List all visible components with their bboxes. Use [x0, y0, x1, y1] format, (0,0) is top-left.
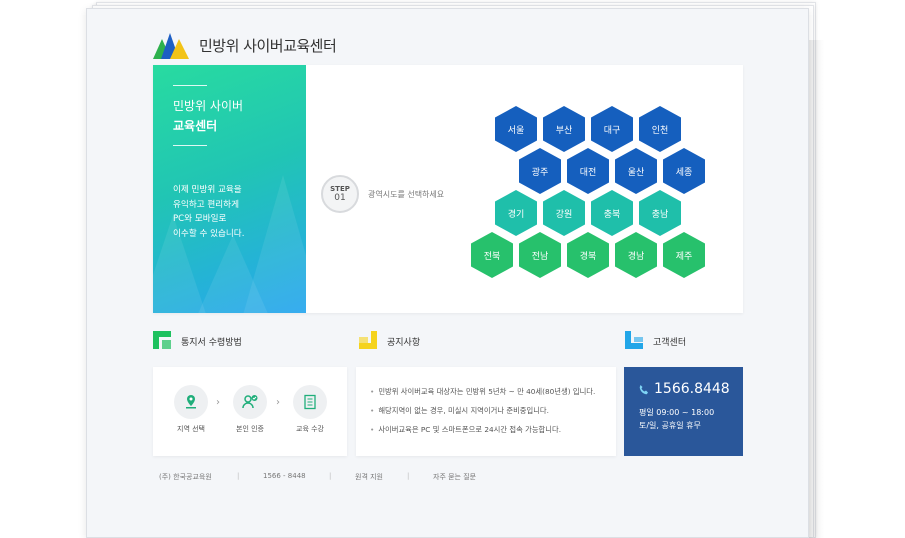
region-daegu[interactable]: 대구 — [591, 106, 633, 152]
support-section-icon — [625, 331, 643, 349]
region-chungbuk[interactable]: 충북 — [591, 190, 633, 236]
region-jeonnam[interactable]: 전남 — [519, 232, 561, 278]
step-label: STEP — [330, 185, 350, 193]
footer-faq[interactable]: 자주 묻는 질문 — [433, 472, 476, 482]
notice-item[interactable]: 민방위 사이버교육 대상자는 민방위 5년차 ~ 만 40세(80년생) 입니다… — [370, 387, 595, 397]
region-daejeon[interactable]: 대전 — [567, 148, 609, 194]
divider — [173, 145, 207, 146]
phone-icon — [639, 385, 648, 395]
support-phone[interactable]: 1566.8448 — [654, 381, 730, 397]
notice-card: 민방위 사이버교육 대상자는 민방위 5년차 ~ 만 40세(80년생) 입니다… — [356, 367, 616, 456]
footer-remote-support[interactable]: 원격 지원 — [355, 472, 383, 482]
site-title[interactable]: 민방위 사이버교육센터 — [199, 35, 337, 56]
hero-title-line1: 민방위 사이버 — [173, 99, 244, 113]
notice-item[interactable]: 해당지역이 없는 경우, 미실시 지역이거나 준비중입니다. — [370, 406, 549, 416]
region-jeonbuk[interactable]: 전북 — [471, 232, 513, 278]
notice-section-icon — [359, 331, 377, 349]
footer-separator: | — [329, 472, 332, 480]
region-ulsan[interactable]: 울산 — [615, 148, 657, 194]
hero-panel: 민방위 사이버 교육센터 이제 민방위 교육을 유익하고 편리하게 PC와 모바… — [153, 65, 743, 313]
document-icon — [304, 394, 316, 410]
footer-company: (주) 한국공교육원 — [159, 473, 212, 481]
step-icon-circle — [174, 385, 208, 419]
region-chungnam[interactable]: 충남 — [639, 190, 681, 236]
region-gangwon[interactable]: 강원 — [543, 190, 585, 236]
step-icon-circle — [293, 385, 327, 419]
region-gwangju[interactable]: 광주 — [519, 148, 561, 194]
hero-desc-line: PC와 모바일로 — [173, 214, 227, 224]
notice-section-title: 공지사항 — [387, 338, 421, 348]
step-label: 본인 인증 — [236, 425, 264, 433]
step-instruction: 광역시도를 선택하세요 — [368, 190, 445, 199]
notice-item[interactable]: 사이버교육은 PC 및 스마트폰으로 24시간 접속 가능합니다. — [370, 425, 561, 435]
process-card: 지역 선택 › 본인 인증 › 교육 수강 — [153, 367, 347, 456]
step-label: 지역 선택 — [177, 425, 205, 433]
support-hours-weekday: 평일 09:00 ~ 18:00 — [639, 408, 715, 417]
region-gyeongnam[interactable]: 경남 — [615, 232, 657, 278]
step-label: 교육 수강 — [296, 425, 324, 433]
screen: 민방위 사이버교육센터 민방위 사이버 교육센터 이제 민방위 교육을 유익하고… — [0, 0, 905, 538]
divider — [173, 85, 207, 86]
process-section-title: 통지서 수령방법 — [181, 338, 242, 348]
mountain-logo-icon — [153, 33, 189, 59]
hero-desc-line: 유익하고 편리하게 — [173, 199, 239, 210]
step-badge: STEP 01 — [321, 175, 359, 213]
page: 민방위 사이버교육센터 민방위 사이버 교육센터 이제 민방위 교육을 유익하고… — [86, 8, 809, 538]
region-busan[interactable]: 부산 — [543, 106, 585, 152]
region-seoul[interactable]: 서울 — [495, 106, 537, 152]
support-hours-weekend: 토/일, 공휴일 휴무 — [639, 421, 701, 430]
region-sejong[interactable]: 세종 — [663, 148, 705, 194]
footer-phone: 1566 - 8448 — [263, 472, 306, 480]
hero-banner: 민방위 사이버 교육센터 이제 민방위 교육을 유익하고 편리하게 PC와 모바… — [153, 65, 306, 313]
step-number: 01 — [334, 193, 346, 203]
hero-desc-line: 이수할 수 있습니다. — [173, 228, 245, 239]
hero-desc-line: 이제 민방위 교육을 — [173, 185, 242, 195]
region-gyeonggi[interactable]: 경기 — [495, 190, 537, 236]
footer-separator: | — [407, 472, 410, 480]
user-check-icon — [242, 395, 258, 409]
region-jeju[interactable]: 제주 — [663, 232, 705, 278]
chevron-right-icon: › — [216, 397, 220, 408]
footer-separator: | — [237, 472, 240, 480]
step-icon-circle — [233, 385, 267, 419]
map-pin-icon — [186, 395, 196, 409]
hero-description: 이제 민방위 교육을 유익하고 편리하게 PC와 모바일로 이수할 수 있습니다… — [173, 183, 303, 241]
region-incheon[interactable]: 인천 — [639, 106, 681, 152]
chevron-right-icon: › — [276, 397, 280, 408]
process-section-icon — [153, 331, 171, 349]
region-gyeongbuk[interactable]: 경북 — [567, 232, 609, 278]
support-card: 1566.8448 평일 09:00 ~ 18:00 토/일, 공휴일 휴무 — [624, 367, 743, 456]
hero-title-line2: 교육센터 — [173, 119, 218, 133]
support-section-title: 고객센터 — [653, 338, 687, 348]
